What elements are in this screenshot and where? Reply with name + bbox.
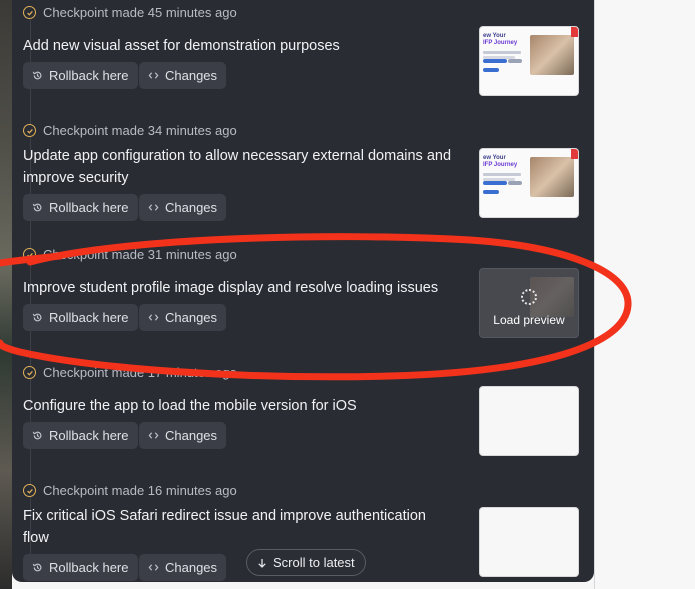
changes-button[interactable]: Changes bbox=[139, 554, 227, 581]
checkpoint-meta: Checkpoint made 31 minutes ago bbox=[23, 247, 237, 262]
preview-area bbox=[594, 0, 695, 589]
preview-thumbnail[interactable] bbox=[479, 386, 579, 456]
checkpoint-title: Fix critical iOS Safari redirect issue a… bbox=[23, 508, 426, 546]
code-icon bbox=[148, 432, 159, 439]
load-preview-button[interactable]: Load preview bbox=[479, 268, 579, 338]
check-circle-icon bbox=[23, 124, 36, 137]
checkpoint-meta: Checkpoint made 45 minutes ago bbox=[23, 5, 237, 20]
history-icon bbox=[32, 71, 42, 80]
history-icon bbox=[32, 431, 42, 440]
rollback-button[interactable]: Rollback here bbox=[23, 422, 138, 449]
checkpoint-meta: Checkpoint made 16 minutes ago bbox=[23, 483, 237, 498]
changes-button[interactable]: Changes bbox=[139, 422, 227, 449]
checkpoint-meta: Checkpoint made 34 minutes ago bbox=[23, 123, 237, 138]
arrow-down-icon bbox=[258, 558, 266, 568]
checkpoint-title: Add new visual asset for demonstration p… bbox=[23, 38, 340, 54]
history-icon bbox=[32, 563, 42, 572]
code-icon bbox=[148, 72, 159, 79]
rollback-button[interactable]: Rollback here bbox=[23, 304, 138, 331]
history-icon bbox=[32, 313, 42, 322]
code-icon bbox=[148, 314, 159, 321]
preview-thumbnail[interactable]: ew Your IFP Journey bbox=[479, 148, 579, 218]
code-icon bbox=[148, 204, 159, 211]
rollback-button[interactable]: Rollback here bbox=[23, 62, 138, 89]
background-app-strip bbox=[0, 0, 12, 589]
checkpoint-title: Update app configuration to allow necess… bbox=[23, 148, 452, 186]
rollback-button[interactable]: Rollback here bbox=[23, 194, 138, 221]
checkpoint-meta: Checkpoint made 17 minutes ago bbox=[23, 365, 237, 380]
changes-button[interactable]: Changes bbox=[139, 304, 227, 331]
checkpoint-title: Configure the app to load the mobile ver… bbox=[23, 398, 357, 414]
checkpoint-title: Improve student profile image display an… bbox=[23, 280, 439, 296]
check-circle-icon bbox=[23, 484, 36, 497]
checkpoint-history-panel: Checkpoint made 45 minutes ago Add new v… bbox=[12, 0, 594, 582]
rollback-button[interactable]: Rollback here bbox=[23, 554, 138, 581]
scroll-to-latest-button[interactable]: Scroll to latest bbox=[246, 549, 366, 576]
check-circle-icon bbox=[23, 366, 36, 379]
preview-thumbnail[interactable]: ew Your IFP Journey bbox=[479, 26, 579, 96]
history-icon bbox=[32, 203, 42, 212]
changes-button[interactable]: Changes bbox=[139, 194, 227, 221]
changes-button[interactable]: Changes bbox=[139, 62, 227, 89]
check-circle-icon bbox=[23, 6, 36, 19]
preview-thumbnail[interactable] bbox=[479, 507, 579, 577]
code-icon bbox=[148, 564, 159, 571]
check-circle-icon bbox=[23, 248, 36, 261]
spinner-icon bbox=[521, 289, 537, 305]
